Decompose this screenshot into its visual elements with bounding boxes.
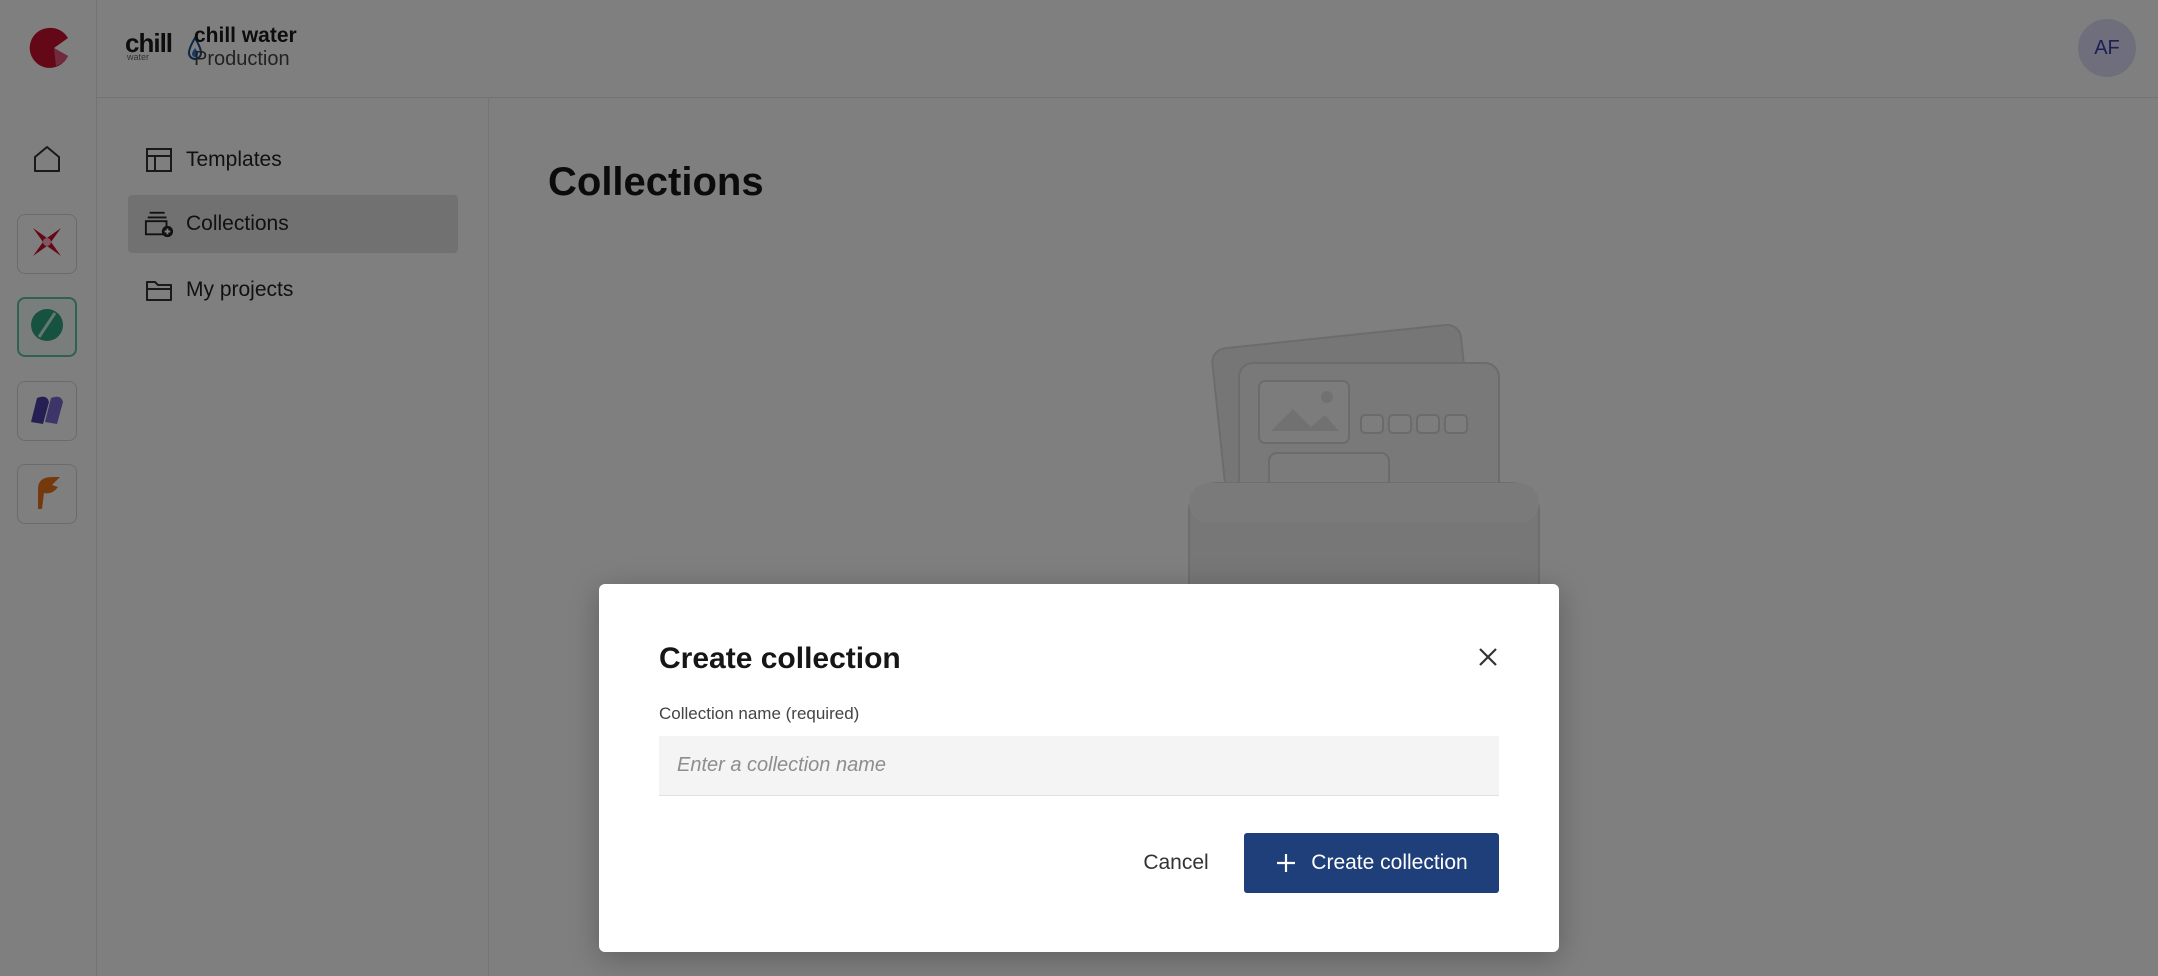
plus-icon [1275, 852, 1297, 874]
close-button[interactable] [1471, 642, 1505, 676]
close-icon [1477, 646, 1499, 673]
collection-name-input[interactable] [659, 736, 1499, 796]
dialog-title: Create collection [659, 642, 901, 675]
create-collection-dialog: Create collection Collection name (requi… [599, 584, 1559, 952]
collection-name-label: Collection name (required) [659, 704, 860, 723]
create-collection-label: Create collection [1311, 851, 1468, 874]
cancel-button[interactable]: Cancel [1107, 833, 1245, 893]
create-collection-button[interactable]: Create collection [1244, 833, 1499, 893]
